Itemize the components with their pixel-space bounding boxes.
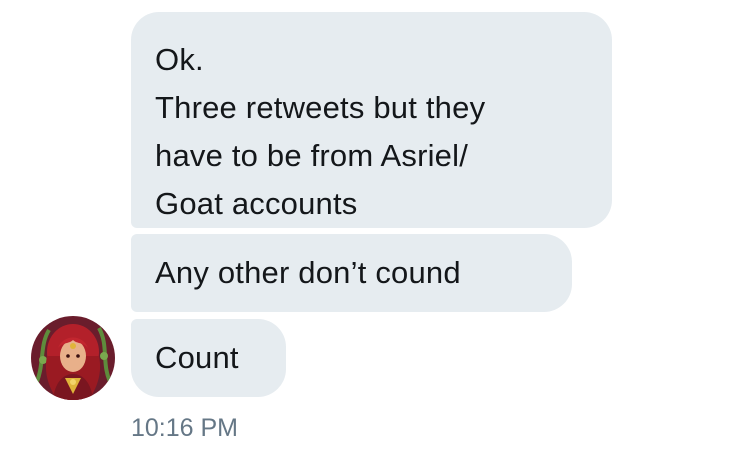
message-text-line: Ok.: [155, 42, 204, 77]
message-bubble[interactable]: Ok. Three retweets but they have to be f…: [131, 12, 612, 228]
message-bubble[interactable]: Count: [131, 319, 286, 397]
message-text-line: Goat accounts: [155, 186, 358, 221]
message-text: Count: [155, 340, 239, 375]
message-bubble[interactable]: Any other don’t cound: [131, 234, 572, 312]
message-timestamp: 10:16 PM: [131, 414, 239, 442]
message-thread: Ok. Three retweets but they have to be f…: [0, 0, 750, 462]
avatar-image-icon: [31, 316, 115, 400]
message-text: Any other don’t cound: [155, 255, 461, 290]
message-text-line: Three retweets but they: [155, 90, 486, 125]
sender-avatar[interactable]: [31, 316, 115, 400]
message-text-line: have to be from Asriel/: [155, 138, 469, 173]
